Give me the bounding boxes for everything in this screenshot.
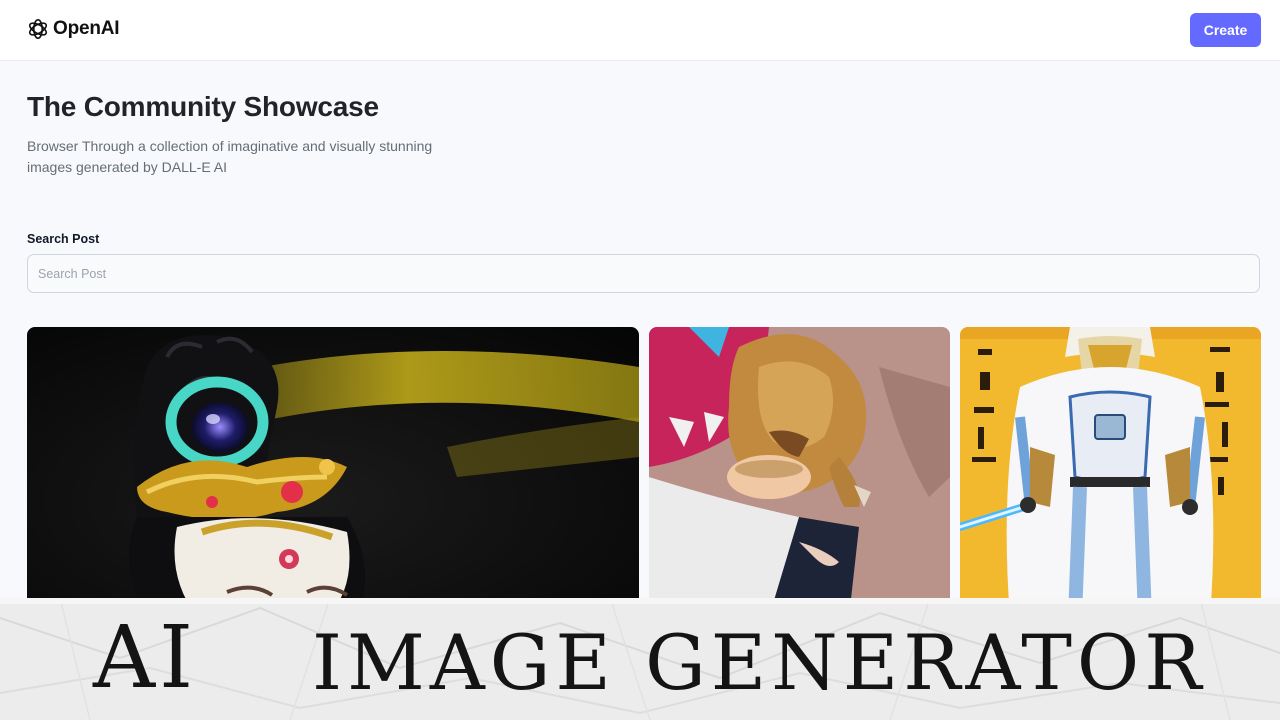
create-button[interactable]: Create xyxy=(1190,13,1261,47)
gallery-card-goddess[interactable] xyxy=(27,327,639,617)
gallery-card-lion[interactable] xyxy=(649,327,950,617)
ornate-goddess-figure-image xyxy=(27,327,639,617)
page-subtitle: Browser Through a collection of imaginat… xyxy=(27,138,433,175)
openai-logo-icon xyxy=(28,19,48,39)
top-navbar: OpenAI Create xyxy=(0,0,1280,61)
search-label: Search Post xyxy=(27,232,100,246)
search-input[interactable] xyxy=(27,254,1260,293)
lion-eating-image xyxy=(649,327,950,617)
page-title: The Community Showcase xyxy=(27,91,379,122)
banner-word-image-generator: IMAGE GENERATOR xyxy=(312,618,1207,707)
gallery-card-trooper[interactable] xyxy=(960,327,1261,617)
openai-logo-link[interactable]: OpenAI xyxy=(26,17,120,41)
space-trooper-poster-image xyxy=(960,327,1261,617)
title-banner: AI IMAGE GENERATOR xyxy=(0,598,1280,720)
banner-word-ai: AI xyxy=(93,608,198,708)
logo-text: OpenAI xyxy=(53,18,120,39)
